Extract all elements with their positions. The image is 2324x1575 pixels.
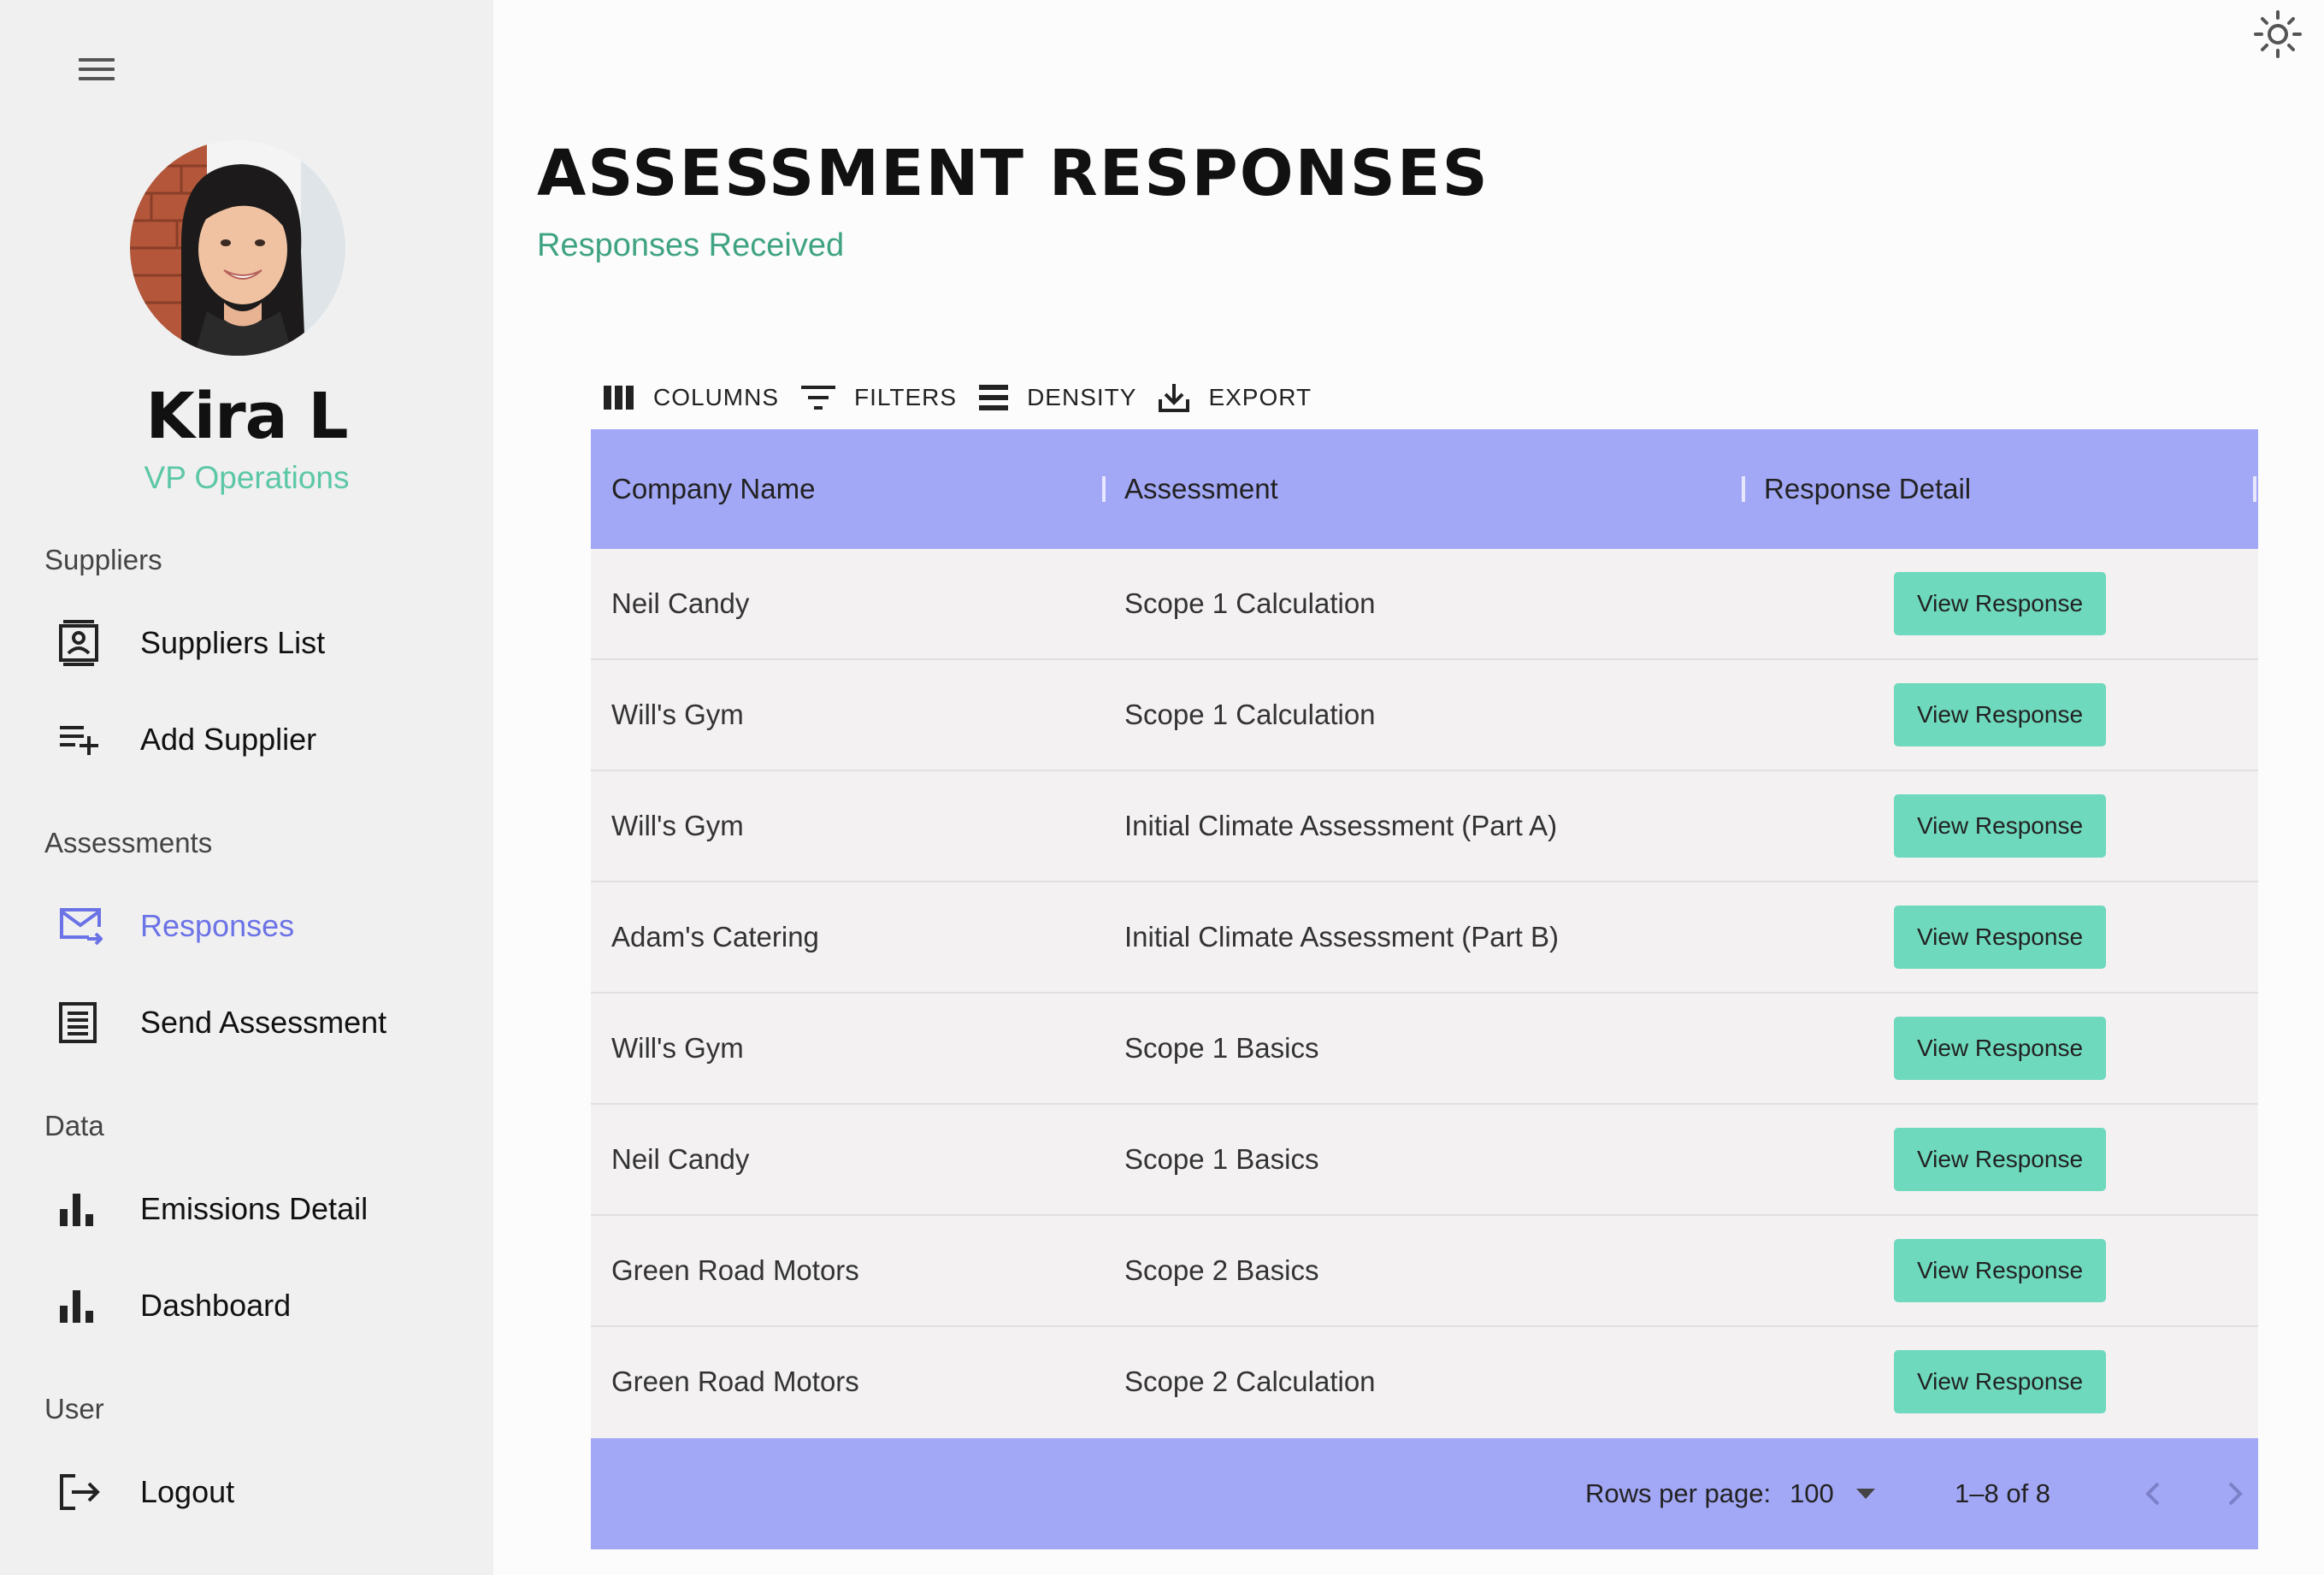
cell-company: Adam's Catering xyxy=(611,921,819,953)
caret-down-icon xyxy=(1855,1489,1875,1499)
table-header: Company Name Assessment Response Detail xyxy=(591,429,2258,549)
section-label-assessments: Assessments xyxy=(44,827,213,858)
avatar xyxy=(130,140,345,356)
page-subtitle: Responses Received xyxy=(537,227,845,263)
table-row: Will's Gym Scope 1 Calculation View Resp… xyxy=(591,660,2258,771)
cell-assessment: Scope 1 Calculation xyxy=(1124,699,1376,730)
export-label: EXPORT xyxy=(1208,384,1312,410)
filters-label: FILTERS xyxy=(854,384,958,410)
cell-assessment: Scope 1 Basics xyxy=(1124,1143,1319,1175)
sidebar-item-logout[interactable]: Logout xyxy=(44,1457,463,1527)
sidebar-item-dashboard[interactable]: Dashboard xyxy=(44,1271,463,1341)
download-icon xyxy=(1159,384,1190,412)
column-separator[interactable] xyxy=(1102,476,1106,502)
sidebar-item-send-assessment[interactable]: Send Assessment xyxy=(44,988,463,1058)
bar-chart-icon xyxy=(44,1280,121,1331)
table-row: Green Road Motors Scope 2 Calculation Vi… xyxy=(591,1327,2258,1438)
density-label: DENSITY xyxy=(1027,384,1137,410)
columns-icon xyxy=(604,386,634,410)
sidebar-item-add-supplier[interactable]: Add Supplier xyxy=(44,705,463,775)
sidebar-item-label: Add Supplier xyxy=(140,722,317,757)
cell-assessment: Scope 1 Calculation xyxy=(1124,587,1376,619)
user-name: Kira L xyxy=(145,380,348,453)
responses-table: Company Name Assessment Response Detail … xyxy=(591,429,2258,1549)
prev-page-button[interactable] xyxy=(2130,1471,2176,1517)
sidebar-item-label: Logout xyxy=(140,1474,235,1509)
sidebar-item-label: Dashboard xyxy=(140,1288,292,1323)
next-page-button[interactable] xyxy=(2212,1471,2258,1517)
mail-forward-icon xyxy=(44,900,121,952)
column-header-response-detail[interactable]: Response Detail xyxy=(1764,429,1971,549)
table-row: Will's Gym Scope 1 Basics View Response xyxy=(591,994,2258,1105)
contact-card-icon xyxy=(44,617,121,669)
column-separator[interactable] xyxy=(2253,476,2256,502)
columns-label: COLUMNS xyxy=(653,384,780,410)
sidebar-item-label: Emissions Detail xyxy=(140,1191,369,1226)
cell-assessment: Scope 2 Basics xyxy=(1124,1254,1319,1286)
sidebar-item-responses[interactable]: Responses xyxy=(44,891,463,961)
chevron-left-icon xyxy=(2145,1482,2160,1506)
receipt-icon xyxy=(44,997,121,1048)
view-response-button[interactable]: View Response xyxy=(1894,1017,2106,1080)
sidebar-item-label: Suppliers List xyxy=(140,625,326,660)
cell-company: Green Road Motors xyxy=(611,1254,859,1286)
cell-company: Will's Gym xyxy=(611,810,744,841)
column-header-assessment[interactable]: Assessment xyxy=(1124,429,1278,549)
view-response-button[interactable]: View Response xyxy=(1894,905,2106,969)
view-response-button[interactable]: View Response xyxy=(1894,1350,2106,1413)
cell-company: Will's Gym xyxy=(611,699,744,730)
cell-company: Neil Candy xyxy=(611,1143,750,1175)
column-separator[interactable] xyxy=(1742,476,1745,502)
table-row: Neil Candy Scope 1 Calculation View Resp… xyxy=(591,549,2258,660)
view-response-button[interactable]: View Response xyxy=(1894,794,2106,858)
columns-button[interactable]: COLUMNS xyxy=(604,384,779,411)
table-row: Adam's Catering Initial Climate Assessme… xyxy=(591,882,2258,994)
section-label-suppliers: Suppliers xyxy=(44,544,162,575)
sidebar-item-label: Send Assessment xyxy=(140,1005,387,1040)
cell-company: Neil Candy xyxy=(611,587,750,619)
user-role: VP Operations xyxy=(144,460,350,495)
cell-company: Green Road Motors xyxy=(611,1366,859,1397)
menu-icon[interactable] xyxy=(75,53,118,86)
rows-per-page-label: Rows per page: xyxy=(1585,1478,1772,1508)
cell-assessment: Scope 1 Basics xyxy=(1124,1032,1319,1064)
density-button[interactable]: DENSITY xyxy=(979,384,1136,411)
rows-per-page-value: 100 xyxy=(1790,1478,1834,1508)
chevron-right-icon xyxy=(2228,1482,2243,1506)
table-row: Will's Gym Initial Climate Assessment (P… xyxy=(591,771,2258,882)
export-button[interactable]: EXPORT xyxy=(1159,382,1312,413)
filter-icon xyxy=(801,386,836,410)
table-row: Green Road Motors Scope 2 Basics View Re… xyxy=(591,1216,2258,1327)
cell-company: Will's Gym xyxy=(611,1032,744,1064)
playlist-add-icon xyxy=(44,714,121,765)
sidebar: Kira L VP Operations Suppliers Suppliers… xyxy=(0,0,493,1575)
view-response-button[interactable]: View Response xyxy=(1894,572,2106,635)
logout-icon xyxy=(44,1466,121,1518)
view-response-button[interactable]: View Response xyxy=(1894,683,2106,746)
theme-toggle-sun-icon[interactable] xyxy=(2252,9,2303,60)
view-response-button[interactable]: View Response xyxy=(1894,1239,2106,1302)
sidebar-item-label: Responses xyxy=(140,908,295,943)
sidebar-item-emissions-detail[interactable]: Emissions Detail xyxy=(44,1174,463,1244)
pagination-range: 1–8 of 8 xyxy=(1955,1478,2051,1508)
page-title: ASSESSMENT RESPONSES xyxy=(537,137,1489,210)
table-footer-pagination: Rows per page: 100 1–8 of 8 xyxy=(591,1438,2258,1549)
rows-per-page-select[interactable]: 100 xyxy=(1790,1471,1884,1517)
cell-assessment: Initial Climate Assessment (Part A) xyxy=(1124,810,1558,841)
view-response-button[interactable]: View Response xyxy=(1894,1128,2106,1191)
section-label-data: Data xyxy=(44,1110,104,1141)
table-row: Neil Candy Scope 1 Basics View Response xyxy=(591,1105,2258,1216)
grid-toolbar: COLUMNS FILTERS DENSITY EXPORT xyxy=(604,376,1334,419)
section-label-user: User xyxy=(44,1393,104,1425)
sidebar-item-suppliers-list[interactable]: Suppliers List xyxy=(44,608,463,678)
cell-assessment: Scope 2 Calculation xyxy=(1124,1366,1376,1397)
density-icon xyxy=(979,385,1009,410)
cell-assessment: Initial Climate Assessment (Part B) xyxy=(1124,921,1559,953)
column-header-company[interactable]: Company Name xyxy=(611,429,815,549)
bar-chart-icon xyxy=(44,1183,121,1235)
filters-button[interactable]: FILTERS xyxy=(801,384,957,411)
